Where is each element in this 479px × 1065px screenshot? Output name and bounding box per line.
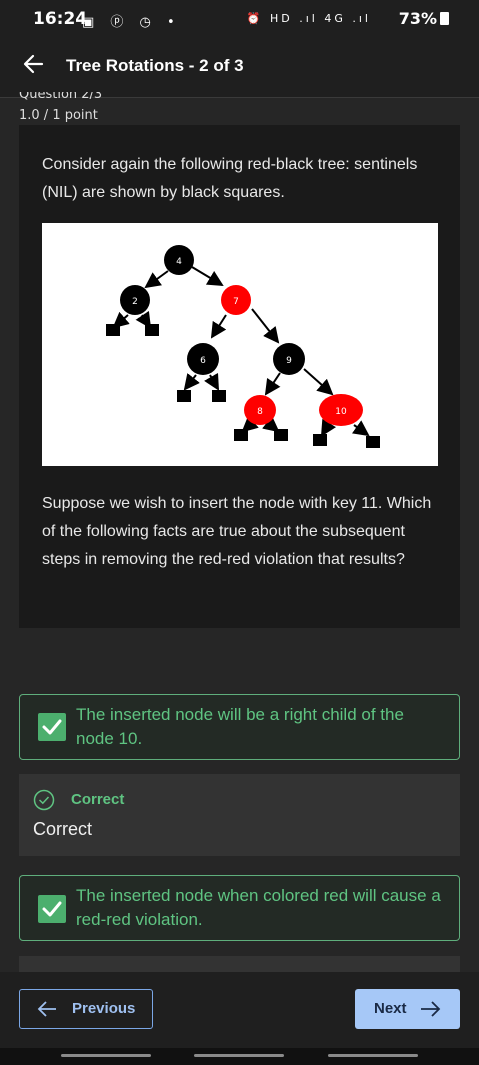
tree-node-10: 10	[319, 394, 363, 426]
feedback-text: Correct	[33, 819, 93, 839]
nil-sentinel	[212, 390, 226, 402]
edge-10-nil	[320, 418, 337, 437]
svg-text:10: 10	[335, 407, 347, 417]
tree-node-9: 9	[273, 343, 305, 375]
question-prompt: Suppose we wish to insert the node with …	[42, 495, 432, 568]
tree-node-4: 4	[164, 245, 194, 275]
notification-icons: ▣ ⓟ ◷ •	[82, 15, 181, 30]
edge-4-2	[144, 270, 169, 289]
battery-percent: 73%	[398, 9, 437, 28]
edge-6-nil	[183, 373, 200, 391]
answer-option-2[interactable]: The inserted node when colored red will …	[19, 875, 460, 941]
question-label: Question 2/3	[19, 92, 103, 102]
tree-node-2: 2	[120, 285, 150, 315]
edge-7-6	[210, 314, 227, 339]
tree-node-6: 6	[187, 343, 219, 375]
edge-4-7	[191, 266, 224, 287]
signal-icons: ⏰ HD .ıl 4G .ıl	[246, 12, 371, 25]
edge-9-10	[303, 368, 334, 396]
nil-sentinel	[145, 324, 159, 336]
nil-sentinel	[106, 324, 120, 336]
system-nav-bar	[0, 1048, 479, 1065]
tree-node-8: 8	[244, 395, 276, 425]
answer-text: The inserted node when colored red will …	[76, 886, 441, 929]
nil-sentinel	[177, 390, 191, 402]
next-label: Next	[374, 1000, 407, 1017]
nil-sentinel	[313, 434, 327, 446]
feedback-title: Correct	[71, 791, 125, 808]
red-black-tree-figure: 4 2 7 6 9 8 10	[42, 223, 438, 466]
nav-recents[interactable]	[61, 1054, 151, 1057]
svg-text:7: 7	[233, 297, 239, 307]
status-time: 16:24	[33, 9, 88, 29]
checkbox-checked-icon[interactable]	[38, 895, 66, 923]
nav-back[interactable]	[328, 1054, 418, 1057]
edge-10-nil	[351, 420, 370, 437]
next-button[interactable]: Next	[355, 989, 460, 1029]
back-arrow-icon[interactable]	[20, 50, 48, 78]
previous-label: Previous	[72, 1000, 136, 1017]
previous-button[interactable]: Previous	[19, 989, 153, 1029]
tree-node-7: 7	[221, 285, 251, 315]
page-title: Tree Rotations - 2 of 3	[66, 56, 244, 75]
edge-9-8	[264, 372, 281, 396]
check-circle-icon	[33, 789, 55, 811]
svg-text:2: 2	[132, 297, 138, 307]
battery-indicator: 73%	[399, 9, 449, 28]
question-intro: Consider again the following red-black t…	[42, 156, 418, 201]
arrow-right-icon	[421, 1001, 441, 1017]
checkbox-checked-icon[interactable]	[38, 713, 66, 741]
arrow-left-icon	[37, 1001, 56, 1017]
answer-text: The inserted node will be a right child …	[76, 705, 404, 748]
feedback-panel: Correct Correct	[19, 774, 460, 856]
svg-text:8: 8	[257, 407, 263, 417]
nil-sentinel	[274, 429, 288, 441]
status-bar: 16:24 ▣ ⓟ ◷ • ⏰ HD .ıl 4G .ıl 73%	[0, 0, 479, 40]
nil-sentinel	[234, 429, 248, 441]
edge-7-9	[251, 308, 280, 344]
edge-6-nil	[204, 372, 219, 391]
answer-option-1[interactable]: The inserted node will be a right child …	[19, 694, 460, 760]
bottom-nav-bar: Previous Next	[0, 972, 479, 1048]
nil-sentinel	[366, 436, 380, 448]
question-card: Consider again the following red-black t…	[19, 125, 460, 628]
svg-text:9: 9	[286, 356, 292, 366]
svg-text:6: 6	[200, 356, 206, 366]
svg-text:4: 4	[176, 257, 182, 267]
battery-icon	[440, 12, 449, 25]
nav-home[interactable]	[194, 1054, 284, 1057]
app-header: Tree Rotations - 2 of 3	[0, 40, 479, 98]
question-points: 1.0 / 1 point	[19, 108, 98, 123]
